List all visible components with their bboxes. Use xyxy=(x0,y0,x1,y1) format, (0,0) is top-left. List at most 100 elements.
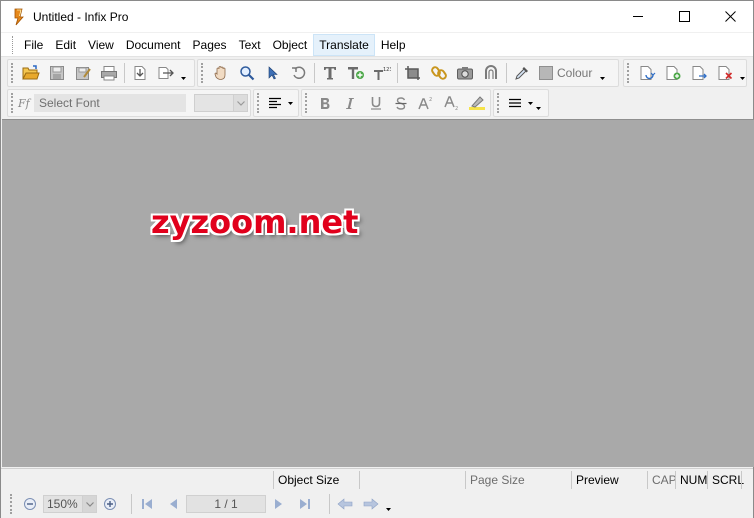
back-view-button[interactable] xyxy=(332,492,358,516)
menu-help[interactable]: Help xyxy=(375,34,412,56)
menu-document[interactable]: Document xyxy=(120,34,187,56)
subscript-button[interactable]: 2 xyxy=(439,91,464,115)
crop-button[interactable] xyxy=(400,61,426,85)
file-toolbar-overflow[interactable] xyxy=(179,61,187,85)
eyedropper-button[interactable] xyxy=(509,61,535,85)
import-button[interactable] xyxy=(127,61,153,85)
text-flow-button[interactable]: 123 xyxy=(369,61,395,85)
highlight-button[interactable] xyxy=(465,91,490,115)
colour-dropdown[interactable] xyxy=(598,61,606,85)
text-tool-button[interactable] xyxy=(317,61,343,85)
last-page-button[interactable] xyxy=(292,492,318,516)
close-button[interactable] xyxy=(707,1,753,32)
zoom-in-icon xyxy=(104,498,116,510)
align-button[interactable] xyxy=(264,91,286,115)
rotate-button[interactable] xyxy=(286,61,312,85)
path-tool-button[interactable] xyxy=(478,61,504,85)
page-number-field[interactable]: 1 / 1 xyxy=(186,495,266,513)
extract-page-button[interactable] xyxy=(686,61,712,85)
link-button[interactable] xyxy=(426,61,452,85)
document-workspace[interactable] xyxy=(2,119,754,467)
first-page-button[interactable] xyxy=(134,492,160,516)
pan-tool-button[interactable] xyxy=(208,61,234,85)
alignment-toolbar xyxy=(253,89,299,117)
subscript-icon: 2 xyxy=(444,96,458,110)
open-button[interactable] xyxy=(18,61,44,85)
export-button[interactable] xyxy=(153,61,179,85)
text-t-icon xyxy=(324,67,336,80)
print-button[interactable] xyxy=(96,61,122,85)
toolbar-separator xyxy=(124,63,125,83)
delete-page-button[interactable] xyxy=(712,61,738,85)
select-tool-button[interactable] xyxy=(260,61,286,85)
spacing-toolbar xyxy=(493,89,549,117)
toolbar-grip[interactable] xyxy=(257,93,261,113)
menu-edit[interactable]: Edit xyxy=(49,34,82,56)
zoom-out-icon xyxy=(24,498,36,510)
text-style-toolbar: 2 2 xyxy=(301,89,491,117)
toolbar-grip[interactable] xyxy=(10,494,14,514)
align-dropdown[interactable] xyxy=(286,91,294,115)
main-toolbar-row: 123 Colour xyxy=(1,58,753,88)
navigation-bar: 150% 1 / 1 xyxy=(1,489,753,518)
underline-button[interactable] xyxy=(363,91,388,115)
toolbar-grip[interactable] xyxy=(305,93,309,113)
menu-text[interactable]: Text xyxy=(233,34,267,56)
font-select[interactable]: Select Font xyxy=(34,94,186,112)
toolbar-separator xyxy=(314,63,315,83)
toolbar-grip[interactable] xyxy=(11,93,15,113)
save-as-button[interactable] xyxy=(70,61,96,85)
menu-view[interactable]: View xyxy=(82,34,120,56)
save-as-icon xyxy=(76,67,91,80)
spacing-toolbar-overflow[interactable] xyxy=(534,91,542,115)
status-object-size: Object Size xyxy=(273,471,359,489)
menu-file[interactable]: File xyxy=(18,34,49,56)
zoom-tool-button[interactable] xyxy=(234,61,260,85)
zoom-out-button[interactable] xyxy=(17,492,43,516)
menu-object[interactable]: Object xyxy=(267,34,314,56)
app-window: Untitled - Infix Pro File Edit View Docu… xyxy=(0,0,754,518)
export-page-icon xyxy=(158,67,174,79)
toolbar-grip[interactable] xyxy=(11,63,15,83)
font-size-dropdown-button[interactable] xyxy=(233,95,247,111)
forward-view-button[interactable] xyxy=(358,492,384,516)
toolbar-grip[interactable] xyxy=(627,63,631,83)
menu-bar: File Edit View Document Pages Text Objec… xyxy=(1,33,753,57)
toolbar-grip[interactable] xyxy=(201,63,205,83)
snapshot-button[interactable] xyxy=(452,61,478,85)
zoom-value: 150% xyxy=(47,497,78,511)
maximize-button[interactable] xyxy=(661,1,707,32)
history-toolbar-overflow[interactable] xyxy=(384,492,392,516)
insert-page-button[interactable] xyxy=(660,61,686,85)
back-arrow-icon xyxy=(337,498,353,510)
font-size-select[interactable] xyxy=(194,94,248,112)
superscript-button[interactable]: 2 xyxy=(414,91,439,115)
page-toolbar-overflow[interactable] xyxy=(738,61,746,85)
next-page-button[interactable] xyxy=(266,492,292,516)
line-spacing-button[interactable] xyxy=(504,91,526,115)
save-button[interactable] xyxy=(44,61,70,85)
line-spacing-dropdown[interactable] xyxy=(526,91,534,115)
magnifier-icon xyxy=(240,66,255,81)
strikethrough-button[interactable] xyxy=(388,91,413,115)
next-page-icon xyxy=(275,499,282,509)
italic-icon xyxy=(346,97,355,109)
previous-page-button[interactable] xyxy=(160,492,186,516)
zoom-dropdown-button[interactable] xyxy=(82,496,96,512)
chevron-down-icon xyxy=(85,501,94,507)
replace-page-button[interactable] xyxy=(634,61,660,85)
menu-pages[interactable]: Pages xyxy=(187,34,233,56)
minimize-button[interactable] xyxy=(615,1,661,32)
menu-translate[interactable]: Translate xyxy=(313,33,375,56)
zoom-select[interactable]: 150% xyxy=(43,495,97,513)
add-text-button[interactable] xyxy=(343,61,369,85)
zoom-in-button[interactable] xyxy=(97,492,123,516)
colour-label[interactable]: Colour xyxy=(557,66,592,80)
menu-grip[interactable] xyxy=(12,35,15,54)
close-icon xyxy=(724,11,736,22)
colour-swatch[interactable] xyxy=(539,66,553,80)
toolbar-grip[interactable] xyxy=(497,93,501,113)
italic-button[interactable] xyxy=(337,91,362,115)
history-toolbar xyxy=(327,490,397,518)
bold-button[interactable] xyxy=(312,91,337,115)
